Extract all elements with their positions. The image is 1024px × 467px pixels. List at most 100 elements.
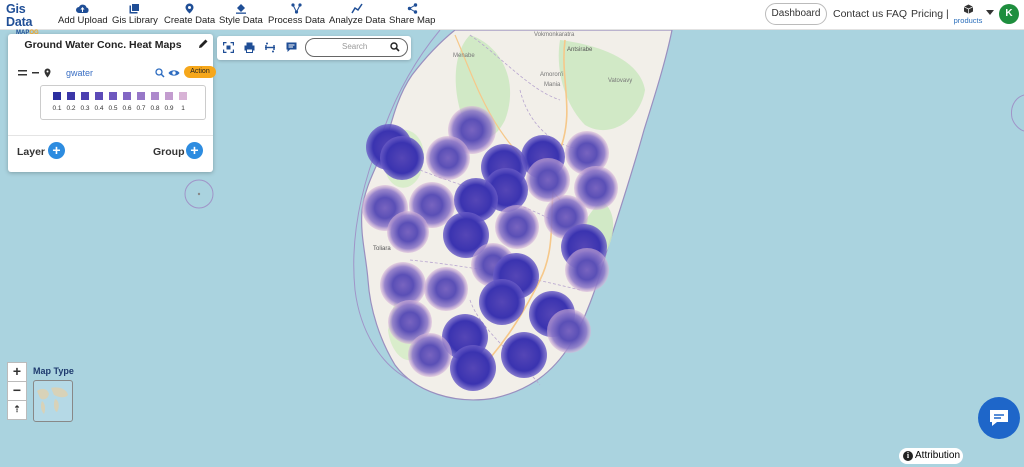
- pricing-link[interactable]: Pricing |: [911, 8, 949, 20]
- legend-swatch: [123, 92, 131, 100]
- layer-item-gwater: gwater Action: [18, 66, 216, 81]
- print-icon[interactable]: [244, 42, 255, 53]
- share-icon: [407, 3, 417, 14]
- attribution-button[interactable]: i Attribution: [899, 448, 963, 464]
- heat-point: [479, 279, 525, 325]
- heat-point: [501, 332, 547, 378]
- place-label: Vatovavy: [608, 78, 632, 84]
- nav-create-data[interactable]: Create Data: [164, 3, 215, 26]
- nav-gis-library-label: Gis Library: [112, 15, 158, 26]
- point-layer-icon: [44, 68, 51, 78]
- group-label: Group: [153, 146, 185, 158]
- heat-point: [450, 345, 496, 391]
- legend-value: 0.1: [52, 105, 62, 112]
- heat-point: [495, 205, 539, 249]
- legend-swatch: [137, 92, 145, 100]
- map-type-thumbnail[interactable]: [33, 380, 73, 422]
- place-label: Mania: [544, 82, 561, 88]
- legend-swatch: [109, 92, 117, 100]
- legend-swatch: [151, 92, 159, 100]
- logo-subtext: MAPOG: [16, 30, 39, 36]
- faq-link[interactable]: FAQ: [886, 8, 907, 20]
- action-button[interactable]: Action: [184, 66, 216, 78]
- collapse-icon[interactable]: [32, 72, 39, 74]
- visibility-eye-icon[interactable]: [168, 69, 180, 77]
- legend-value: 0.6: [122, 105, 132, 112]
- library-icon: [129, 3, 141, 14]
- nav-share-map-label: Share Map: [389, 15, 436, 26]
- contact-us-link[interactable]: Contact us: [833, 8, 883, 20]
- gis-data-logo[interactable]: Gis Data MAPOG: [6, 2, 52, 37]
- search-icon[interactable]: [390, 42, 400, 52]
- heat-point: [380, 262, 426, 308]
- layer-label: Layer: [17, 146, 46, 158]
- legend-swatch: [67, 92, 75, 100]
- nav-analyze-data[interactable]: Analyze Data: [329, 3, 386, 26]
- chevron-down-icon[interactable]: [986, 10, 994, 15]
- cloud-upload-icon: [76, 4, 89, 13]
- nav-style-data[interactable]: Style Data: [219, 3, 263, 26]
- legend-value: 0.8: [150, 105, 160, 112]
- add-group-button[interactable]: +: [186, 142, 203, 159]
- map-pin-icon: [185, 3, 194, 14]
- products-menu[interactable]: products: [952, 4, 984, 25]
- legend-value: 0.2: [66, 105, 76, 112]
- map-type-label: Map Type: [33, 366, 74, 376]
- measure-icon[interactable]: [264, 42, 276, 53]
- nav-process-data[interactable]: Process Data: [268, 3, 325, 26]
- heatmap-legend: 0.1 0.2 0.3 0.4 0.5 0.6 0.7 0.8 0.9 1: [40, 85, 206, 120]
- legend-swatch: [53, 92, 61, 100]
- nav-process-data-label: Process Data: [268, 15, 326, 26]
- layer-panel-title: Ground Water Conc. Heat Maps: [24, 39, 182, 51]
- heat-point: [565, 248, 609, 292]
- reset-north-button[interactable]: ⇡: [7, 400, 27, 420]
- user-avatar[interactable]: K: [999, 4, 1019, 24]
- legend-value: 0.4: [94, 105, 104, 112]
- fullscreen-icon[interactable]: [223, 42, 234, 53]
- paint-bucket-icon: [235, 4, 246, 14]
- zoom-in-button[interactable]: +: [7, 362, 27, 382]
- legend-value: 0.5: [108, 105, 118, 112]
- drag-handle-icon[interactable]: [18, 70, 27, 76]
- heat-point: [547, 309, 591, 353]
- search-input[interactable]: Search: [305, 38, 408, 57]
- zoom-to-layer-icon[interactable]: [155, 68, 165, 78]
- attribution-label: Attribution: [915, 450, 961, 461]
- nav-add-upload[interactable]: Add Upload: [58, 3, 108, 26]
- info-icon: i: [903, 451, 913, 461]
- layer-panel: Ground Water Conc. Heat Maps gwater Acti…: [8, 34, 216, 172]
- legend-swatch: [81, 92, 89, 100]
- world-map-icon: [37, 387, 68, 414]
- process-icon: [291, 3, 302, 14]
- zoom-out-button[interactable]: −: [7, 381, 27, 401]
- chat-support-button[interactable]: [978, 397, 1020, 439]
- heat-point: [408, 333, 452, 377]
- add-layer-button[interactable]: +: [48, 142, 65, 159]
- legend-value: 0.9: [164, 105, 174, 112]
- legend-value: 0.3: [80, 105, 90, 112]
- map-toolbar: Search: [217, 36, 411, 60]
- logo-text: Gis Data: [6, 2, 33, 29]
- legend-value: 1: [181, 105, 185, 112]
- nav-style-data-label: Style Data: [219, 15, 263, 26]
- nav-analyze-data-label: Analyze Data: [329, 15, 386, 26]
- dashboard-button[interactable]: Dashboard: [765, 3, 827, 25]
- products-label: products: [953, 16, 983, 25]
- legend-swatch: [179, 92, 187, 100]
- heat-point: [380, 136, 424, 180]
- top-navigation-bar: Gis Data MAPOG Add Upload Gis Library Cr…: [0, 0, 1024, 37]
- heat-point: [426, 136, 470, 180]
- nav-gis-library[interactable]: Gis Library: [112, 3, 158, 26]
- chat-bubble-icon: [990, 410, 1008, 426]
- heat-point: [424, 267, 468, 311]
- legend-swatch: [165, 92, 173, 100]
- comment-icon[interactable]: [286, 42, 297, 53]
- analyze-chart-icon: [351, 3, 363, 14]
- pencil-edit-icon[interactable]: [198, 38, 209, 49]
- nav-add-upload-label: Add Upload: [58, 15, 108, 26]
- place-label: Menabe: [453, 53, 475, 59]
- place-label: Amoron'i: [540, 72, 564, 78]
- cube-icon: [963, 4, 973, 14]
- layer-name[interactable]: gwater: [66, 68, 93, 78]
- nav-share-map[interactable]: Share Map: [389, 3, 435, 26]
